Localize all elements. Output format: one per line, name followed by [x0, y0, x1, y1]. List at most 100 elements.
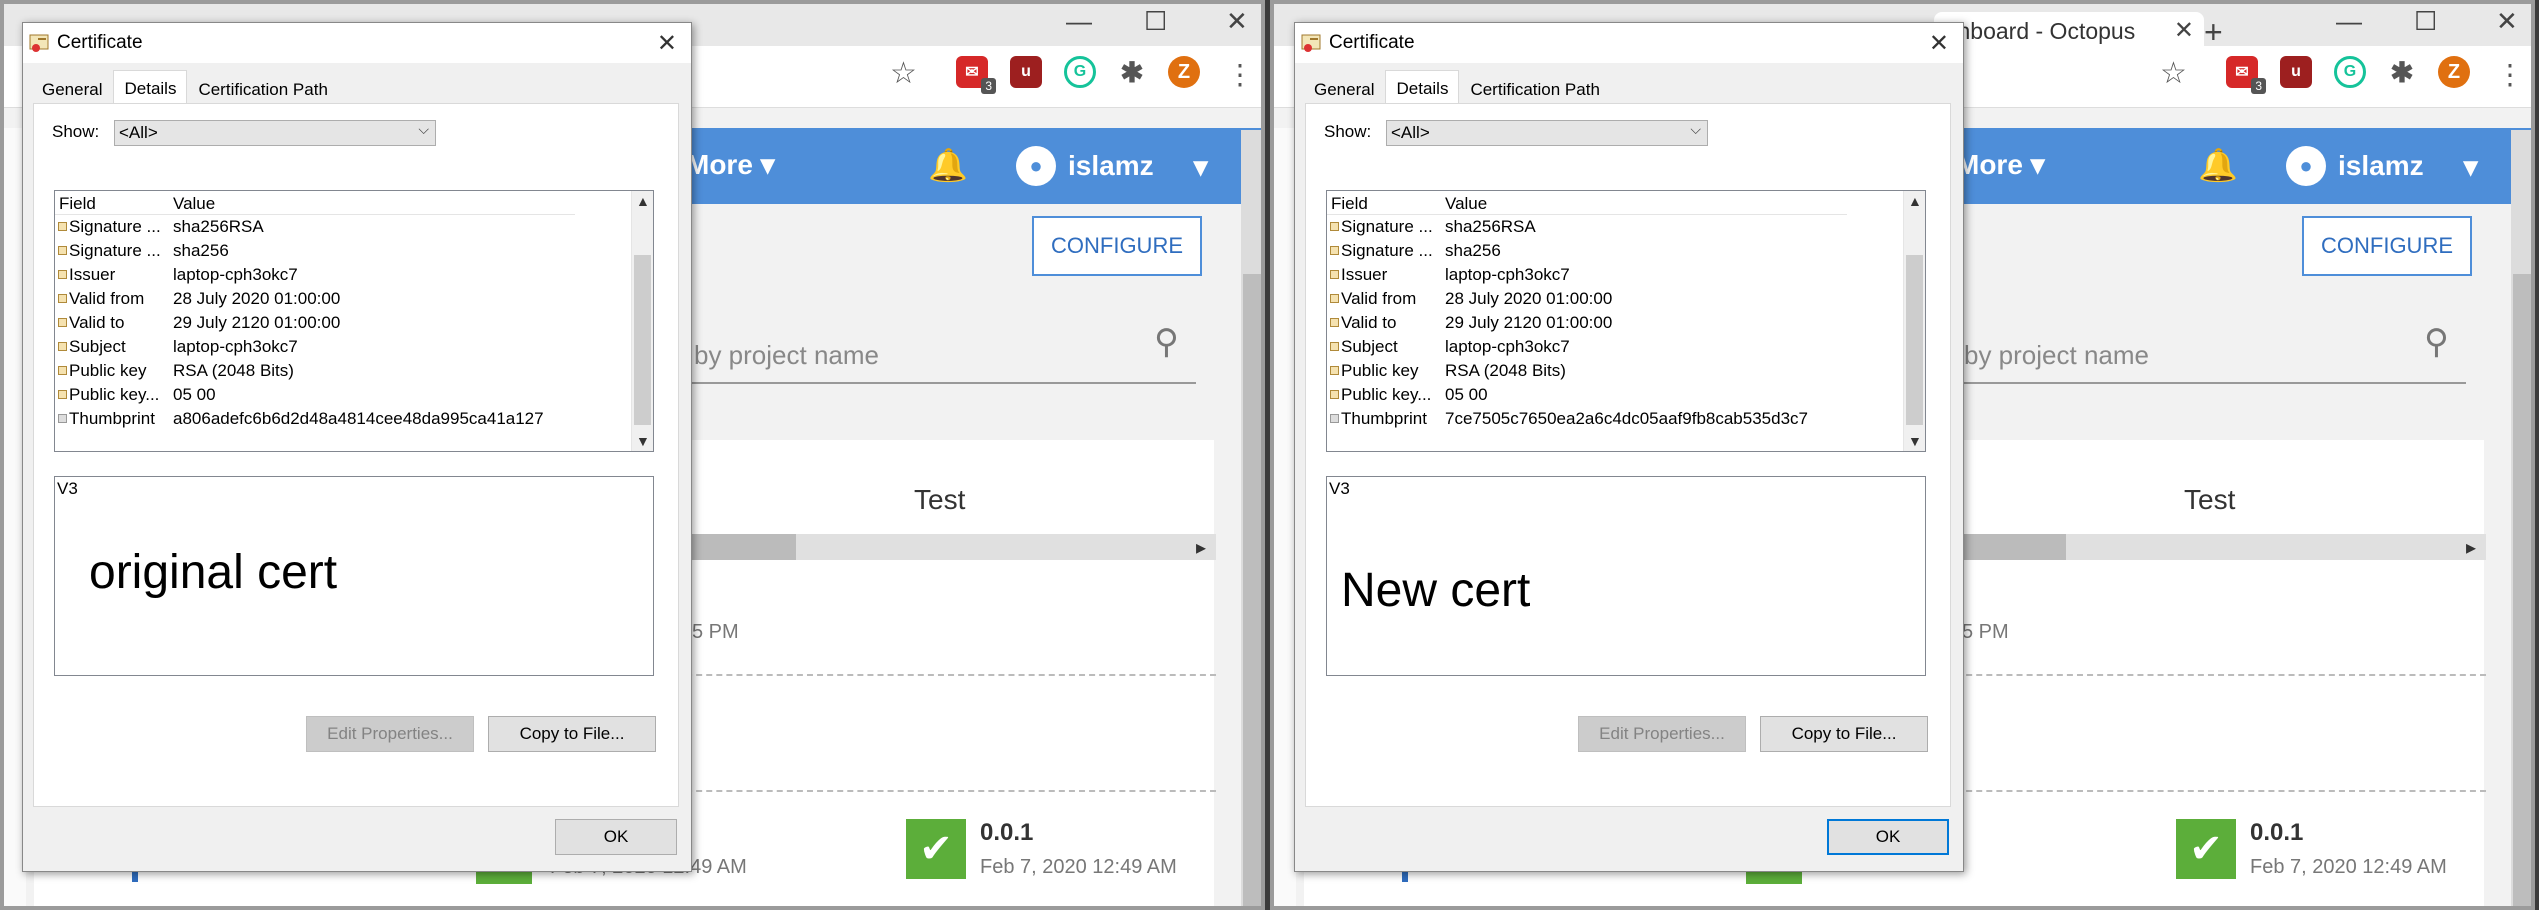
table-row[interactable]: Issuer laptop-cph3okc7: [1327, 263, 1887, 287]
table-row[interactable]: Valid to 29 July 2120 01:00:00: [55, 311, 615, 335]
field-value: laptop-cph3okc7: [1445, 337, 1570, 356]
scroll-right-arrow[interactable]: ▸: [2466, 535, 2476, 560]
scroll-up-icon[interactable]: ▲: [1908, 193, 1922, 209]
search-icon[interactable]: ⚲: [2424, 322, 2449, 362]
tab-strip: General Details Certification Path: [31, 70, 339, 103]
tab-details[interactable]: Details: [1385, 70, 1460, 103]
list-scrollbar-thumb[interactable]: [1906, 255, 1923, 425]
tab-certification-path[interactable]: Certification Path: [1459, 73, 1610, 103]
nav-more[interactable]: More ▾: [686, 148, 775, 181]
column-field[interactable]: Field: [59, 194, 96, 214]
table-row[interactable]: Signature ... sha256RSA: [55, 215, 615, 239]
scroll-down-icon[interactable]: ▼: [636, 433, 650, 449]
scroll-right-arrow[interactable]: ▸: [1196, 535, 1206, 560]
list-scrollbar[interactable]: ▲ ▼: [631, 191, 653, 451]
user-menu[interactable]: ● islamz ▾: [1016, 146, 1208, 186]
page-scrollbar[interactable]: [2511, 130, 2531, 906]
row-divider: [1946, 674, 2486, 676]
horizontal-scroll-thumb[interactable]: [676, 534, 796, 560]
star-icon[interactable]: ☆: [2160, 56, 2187, 91]
tab-strip: General Details Certification Path: [1303, 70, 1611, 103]
close-icon[interactable]: ✕: [2174, 16, 2194, 45]
table-row[interactable]: Valid from 28 July 2020 01:00:00: [1327, 287, 1887, 311]
nav-more[interactable]: More ▾: [1956, 148, 2045, 181]
minimize-button[interactable]: —: [1066, 6, 1092, 37]
page-scrollbar[interactable]: [1241, 130, 1261, 906]
minimize-button[interactable]: —: [2336, 6, 2362, 37]
table-row[interactable]: Public key RSA (2048 Bits): [1327, 359, 1887, 383]
copy-to-file-button[interactable]: Copy to File...: [488, 716, 656, 752]
scroll-down-icon[interactable]: ▼: [1908, 433, 1922, 449]
edit-properties-button[interactable]: Edit Properties...: [1578, 716, 1746, 752]
ok-button[interactable]: OK: [555, 819, 677, 855]
tab-general[interactable]: General: [31, 73, 113, 103]
grammarly-icon[interactable]: G: [2334, 56, 2366, 88]
avatar[interactable]: Z: [2438, 56, 2470, 88]
maximize-button[interactable]: ☐: [2414, 6, 2437, 37]
table-row[interactable]: Signature ... sha256: [1327, 239, 1887, 263]
release-version[interactable]: 0.0.1: [980, 819, 1033, 847]
value-textbox[interactable]: V3 New cert: [1326, 476, 1926, 676]
bell-icon[interactable]: 🔔: [928, 146, 968, 184]
search-input[interactable]: by project name: [1964, 340, 2149, 371]
table-row[interactable]: Thumbprint 7ce7505c7650ea2a6c4dc05aaf9fb8…: [1327, 407, 1887, 431]
horizontal-scroll-thumb[interactable]: [1946, 534, 2066, 560]
table-row[interactable]: Subject laptop-cph3okc7: [55, 335, 615, 359]
tab-details[interactable]: Details: [113, 70, 188, 103]
ublock-icon[interactable]: u: [2280, 56, 2312, 88]
table-row[interactable]: Public key RSA (2048 Bits): [55, 359, 615, 383]
table-row[interactable]: Signature ... sha256RSA: [1327, 215, 1887, 239]
configure-button[interactable]: CONFIGURE: [2302, 216, 2472, 276]
list-scrollbar-thumb[interactable]: [634, 255, 651, 425]
window-close-button[interactable]: ✕: [1226, 6, 1248, 37]
field-value: a806adefc6b6d2d48a4814cee48da995ca41a127: [173, 409, 544, 428]
page-scrollbar-thumb[interactable]: [2513, 274, 2531, 906]
menu-kebab-icon[interactable]: ⋮: [2496, 58, 2524, 91]
column-field[interactable]: Field: [1331, 194, 1368, 214]
window-close-button[interactable]: ✕: [2496, 6, 2518, 37]
avatar[interactable]: Z: [1168, 56, 1200, 88]
field-list[interactable]: Field Value Signature ... sha256RSA Signa…: [1326, 190, 1926, 452]
close-icon[interactable]: ✕: [657, 29, 677, 58]
field-list[interactable]: Field Value Signature ... sha256RSA Signa…: [54, 190, 654, 452]
scroll-up-icon[interactable]: ▲: [636, 193, 650, 209]
column-value[interactable]: Value: [1445, 194, 1487, 214]
show-select[interactable]: <All> ⌵: [1386, 120, 1708, 146]
bell-icon[interactable]: 🔔: [2198, 146, 2238, 184]
table-row[interactable]: Valid from 28 July 2020 01:00:00: [55, 287, 615, 311]
table-row[interactable]: Signature ... sha256: [55, 239, 615, 263]
table-row[interactable]: Valid to 29 July 2120 01:00:00: [1327, 311, 1887, 335]
table-row[interactable]: Public key... 05 00: [55, 383, 615, 407]
user-menu[interactable]: ● islamz ▾: [2286, 146, 2478, 186]
search-icon[interactable]: ⚲: [1154, 322, 1179, 362]
column-value[interactable]: Value: [173, 194, 215, 214]
star-icon[interactable]: ☆: [890, 56, 917, 91]
tab-general[interactable]: General: [1303, 73, 1385, 103]
page-scrollbar-thumb[interactable]: [1243, 274, 1261, 906]
value-textbox[interactable]: V3 original cert: [54, 476, 654, 676]
table-row[interactable]: Thumbprint a806adefc6b6d2d48a4814cee48da9…: [55, 407, 615, 431]
table-row[interactable]: Issuer laptop-cph3okc7: [55, 263, 615, 287]
chevron-down-icon: ▾: [1193, 150, 1208, 182]
close-icon[interactable]: ✕: [1929, 29, 1949, 58]
table-row[interactable]: Subject laptop-cph3okc7: [1327, 335, 1887, 359]
configure-button[interactable]: CONFIGURE: [1032, 216, 1202, 276]
mail-extension-icon[interactable]: ✉ 3: [956, 56, 996, 94]
mail-extension-icon[interactable]: ✉ 3: [2226, 56, 2266, 94]
ublock-icon[interactable]: u: [1010, 56, 1042, 88]
search-input[interactable]: by project name: [694, 340, 879, 371]
release-version[interactable]: 0.0.1: [2250, 819, 2303, 847]
puzzle-icon[interactable]: ✱: [1116, 56, 1148, 88]
browser-tab[interactable]: shboard - Octopus ✕: [1934, 12, 2204, 46]
maximize-button[interactable]: ☐: [1144, 6, 1167, 37]
table-row[interactable]: Public key... 05 00: [1327, 383, 1887, 407]
grammarly-icon[interactable]: G: [1064, 56, 1096, 88]
list-scrollbar[interactable]: ▲ ▼: [1903, 191, 1925, 451]
puzzle-icon[interactable]: ✱: [2386, 56, 2418, 88]
copy-to-file-button[interactable]: Copy to File...: [1760, 716, 1928, 752]
tab-certification-path[interactable]: Certification Path: [187, 73, 338, 103]
edit-properties-button[interactable]: Edit Properties...: [306, 716, 474, 752]
ok-button[interactable]: OK: [1827, 819, 1949, 855]
menu-kebab-icon[interactable]: ⋮: [1226, 58, 1254, 91]
show-select[interactable]: <All> ⌵: [114, 120, 436, 146]
